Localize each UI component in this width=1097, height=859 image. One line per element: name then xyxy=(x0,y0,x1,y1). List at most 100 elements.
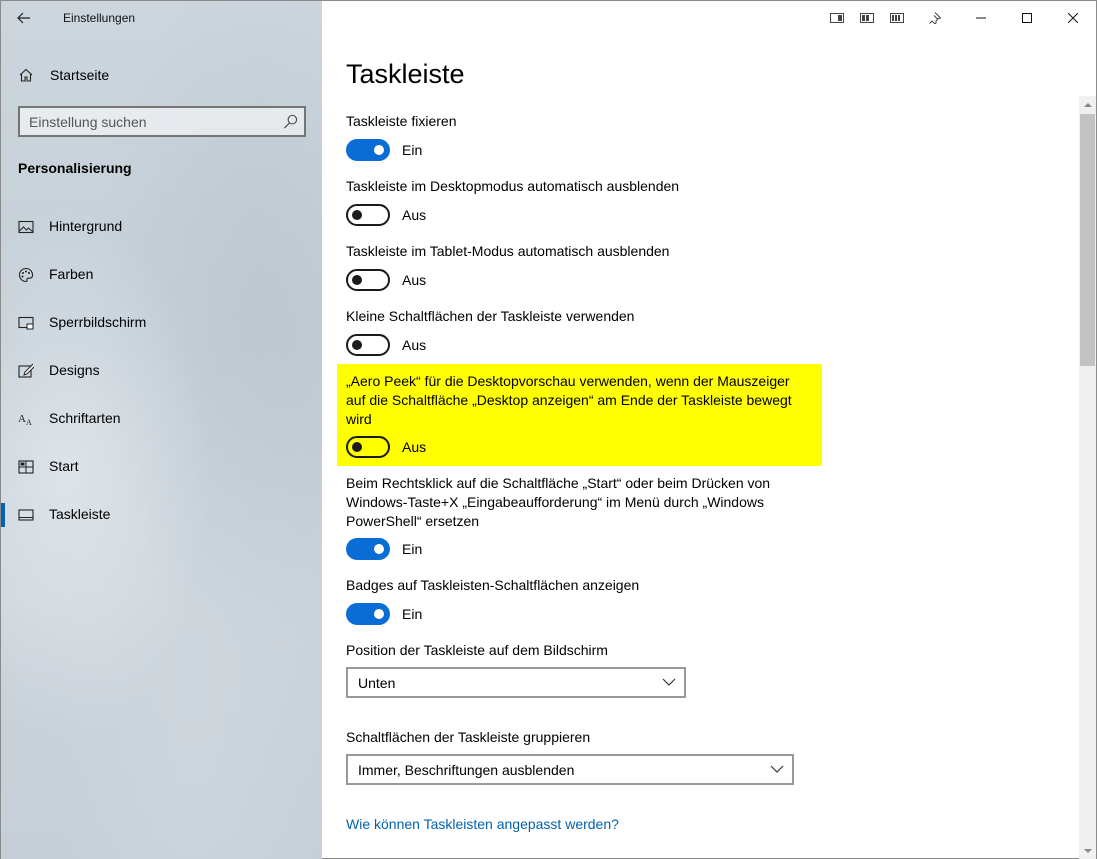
setting-label-desktopmodus-ausblenden: Taskleiste im Desktopmodus automatisch a… xyxy=(346,178,680,194)
setting-label-powershell-ersetzen: Beim Rechtsklick auf die Schaltfläche „S… xyxy=(346,475,771,529)
setting-label-taskleiste-fixieren: Taskleiste fixieren xyxy=(346,113,457,129)
toggle-knob xyxy=(352,340,362,350)
toggle-state-text: Aus xyxy=(402,207,427,223)
svg-text:A: A xyxy=(26,418,32,427)
position-dropdown[interactable]: Unten xyxy=(346,667,686,698)
toggle-knob xyxy=(374,544,384,554)
search-icon[interactable] xyxy=(283,114,298,129)
position-dropdown-value: Unten xyxy=(358,674,396,691)
toggle-knob xyxy=(352,210,362,220)
nav-home-label: Startseite xyxy=(50,67,110,83)
close-button[interactable] xyxy=(1050,1,1096,35)
toggle-badges-anzeigen[interactable] xyxy=(346,603,390,625)
position-label: Position der Taskleiste auf dem Bildschi… xyxy=(346,642,608,658)
scrollbar-thumb[interactable] xyxy=(1080,114,1095,366)
snap-button-1[interactable] xyxy=(822,1,852,35)
scroll-down-arrow-icon xyxy=(1083,849,1092,853)
sidebar-item-sperrbildschirm[interactable]: Sperrbildschirm xyxy=(1,303,322,343)
section-title: Personalisierung xyxy=(18,160,132,176)
setting-label-kleine-schaltflaechen: Kleine Schaltflächen der Taskleiste verw… xyxy=(346,308,635,324)
setting-row-taskleiste-fixieren: Ein xyxy=(346,139,422,161)
group-dropdown-value: Immer, Beschriftungen ausblenden xyxy=(358,761,575,778)
toggle-state-text: Aus xyxy=(402,272,427,288)
lock-screen-icon xyxy=(18,316,34,330)
back-button[interactable] xyxy=(1,1,47,35)
setting-row-aero-peek: Aus xyxy=(346,436,426,458)
chevron-down-icon xyxy=(770,765,784,773)
sidebar-item-label: Hintergrund xyxy=(49,218,123,234)
maximize-icon xyxy=(1022,13,1032,23)
sidebar-item-label: Designs xyxy=(49,362,100,378)
titlebar-left: Einstellungen xyxy=(1,1,322,35)
setting-label-badges-anzeigen: Badges auf Taskleisten-Schaltflächen anz… xyxy=(346,577,640,593)
sidebar-item-label: Taskleiste xyxy=(49,506,111,522)
setting-row-badges-anzeigen: Ein xyxy=(346,603,422,625)
start-icon xyxy=(18,460,34,474)
toggle-knob xyxy=(352,442,362,452)
caption-buttons xyxy=(822,1,1096,35)
toggle-desktopmodus-ausblenden[interactable] xyxy=(346,204,390,226)
scrollbar[interactable] xyxy=(1079,96,1096,859)
brush-icon xyxy=(18,363,34,378)
help-link[interactable]: Wie können Taskleisten angepasst werden? xyxy=(346,816,619,832)
search-box[interactable] xyxy=(18,106,306,137)
sidebar-item-start[interactable]: Start xyxy=(1,447,322,487)
toggle-tablet-modus-ausblenden[interactable] xyxy=(346,269,390,291)
toggle-taskleiste-fixieren[interactable] xyxy=(346,139,390,161)
search-input[interactable] xyxy=(20,113,270,130)
toggle-kleine-schaltflaechen[interactable] xyxy=(346,334,390,356)
svg-text:A: A xyxy=(18,413,26,425)
toggle-state-text: Ein xyxy=(402,541,423,557)
setting-label-aero-peek: „Aero Peek“ für die Desktopvorschau verw… xyxy=(346,373,792,427)
sidebar-item-label: Start xyxy=(49,458,79,474)
snap-button-2[interactable] xyxy=(852,1,882,35)
scroll-up-button[interactable] xyxy=(1079,96,1096,113)
toggle-aero-peek[interactable] xyxy=(346,436,390,458)
main-content: Taskleiste Taskleiste fixieren Ein Taskl… xyxy=(322,1,1082,859)
setting-row-tablet-modus-ausblenden: Aus xyxy=(346,269,426,291)
toggle-knob xyxy=(374,145,384,155)
sidebar-item-hintergrund[interactable]: Hintergrund xyxy=(1,207,322,247)
snap-button-3[interactable] xyxy=(882,1,912,35)
toggle-knob xyxy=(374,609,384,619)
minimize-icon xyxy=(976,17,986,19)
sidebar-item-designs[interactable]: Designs xyxy=(1,351,322,391)
toggle-state-text: Ein xyxy=(402,606,423,622)
sidebar-item-farben[interactable]: Farben xyxy=(1,255,322,295)
sidebar: Einstellungen Startseite Personalisierun… xyxy=(1,1,322,859)
group-label: Schaltflächen der Taskleiste gruppieren xyxy=(346,729,591,745)
toggle-state-text: Aus xyxy=(402,439,427,455)
sidebar-item-label: Farben xyxy=(49,266,94,282)
maximize-button[interactable] xyxy=(1004,1,1050,35)
home-icon xyxy=(19,68,33,82)
font-icon: A A xyxy=(18,413,32,427)
setting-row-powershell-ersetzen: Ein xyxy=(346,538,422,560)
toggle-powershell-ersetzen[interactable] xyxy=(346,538,390,560)
nav-home[interactable]: Startseite xyxy=(1,57,322,93)
scroll-up-arrow-icon xyxy=(1083,103,1092,107)
setting-row-kleine-schaltflaechen: Aus xyxy=(346,334,426,356)
taskbar-icon xyxy=(18,509,34,521)
pin-button[interactable] xyxy=(912,1,958,35)
pin-icon xyxy=(929,12,941,24)
group-dropdown[interactable]: Immer, Beschriftungen ausblenden xyxy=(346,754,794,785)
settings-window: Einstellungen Startseite Personalisierun… xyxy=(0,0,1097,859)
minimize-button[interactable] xyxy=(958,1,1004,35)
toggle-state-text: Ein xyxy=(402,142,423,158)
scroll-down-button[interactable] xyxy=(1079,843,1096,859)
snap-layout-icon xyxy=(890,13,904,23)
app-title: Einstellungen xyxy=(63,11,136,25)
sidebar-item-schriftarten[interactable]: A A Schriftarten xyxy=(1,399,322,439)
sidebar-item-taskleiste[interactable]: Taskleiste xyxy=(1,495,322,535)
setting-label-tablet-modus-ausblenden: Taskleiste im Tablet-Modus automatisch a… xyxy=(346,243,670,259)
snap-layout-icon xyxy=(860,13,874,23)
toggle-knob xyxy=(352,275,362,285)
close-icon xyxy=(1068,13,1078,23)
chevron-down-icon xyxy=(662,678,676,686)
setting-row-desktopmodus-ausblenden: Aus xyxy=(346,204,426,226)
palette-icon xyxy=(18,267,34,283)
picture-icon xyxy=(18,220,34,234)
active-indicator xyxy=(1,503,5,527)
sidebar-item-label: Schriftarten xyxy=(49,410,121,426)
sidebar-item-label: Sperrbildschirm xyxy=(49,314,147,330)
